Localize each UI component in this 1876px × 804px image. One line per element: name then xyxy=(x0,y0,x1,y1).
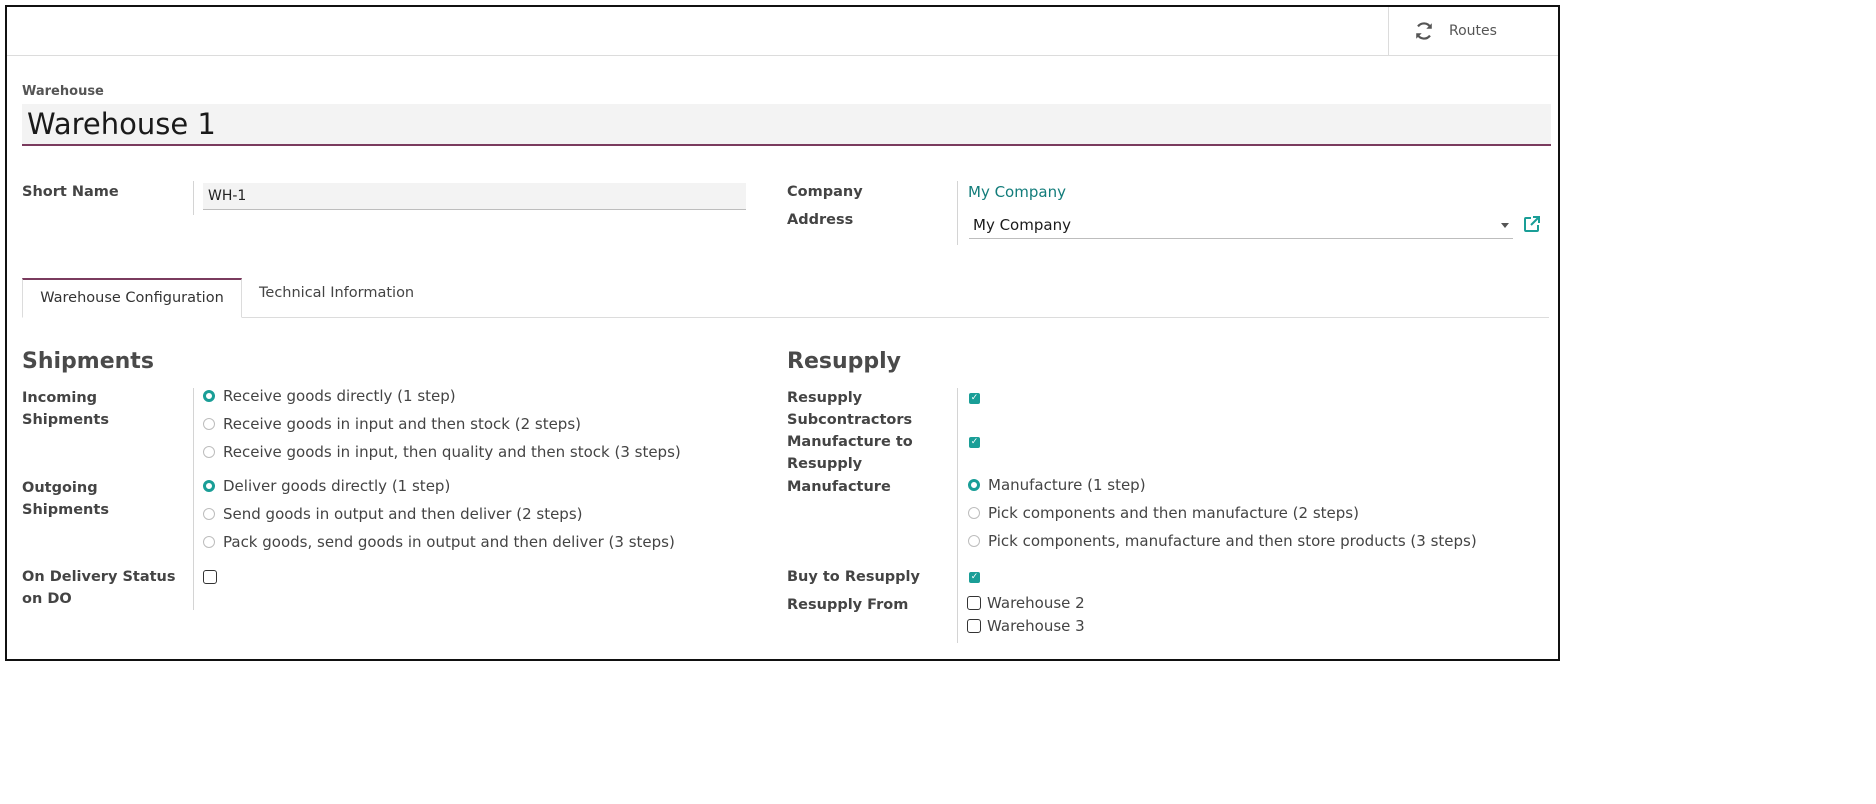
manufacture-option-2[interactable]: Pick components and then manufacture (2 … xyxy=(968,504,1359,522)
radio-unselected[interactable] xyxy=(203,418,215,430)
shipments-section-title: Shipments xyxy=(22,349,154,374)
address-value: My Company xyxy=(973,216,1071,234)
incoming-option-2[interactable]: Receive goods in input and then stock (2… xyxy=(203,415,581,433)
external-link-icon[interactable] xyxy=(1522,214,1542,238)
radio-selected[interactable] xyxy=(968,479,980,491)
manufacture-option-3[interactable]: Pick components, manufacture and then st… xyxy=(968,532,1477,550)
buy-to-resupply-checkbox[interactable]: ✓ xyxy=(969,572,980,583)
incoming-shipments-label: Incoming Shipments xyxy=(22,390,109,428)
resupply-subcontractors-label: Resupply Subcontractors xyxy=(787,390,913,428)
resupply-section-title: Resupply xyxy=(787,349,901,374)
warehouse-name-input[interactable]: Warehouse 1 xyxy=(22,104,1551,146)
outgoing-shipments-label: Outgoing Shipments xyxy=(22,480,109,518)
manufacture-option-label: Pick components and then manufacture (2 … xyxy=(988,504,1359,522)
tabs-divider xyxy=(22,317,1549,318)
outgoing-option-3[interactable]: Pack goods, send goods in output and the… xyxy=(203,533,675,551)
radio-unselected[interactable] xyxy=(203,508,215,520)
tab-warehouse-configuration[interactable]: Warehouse Configuration xyxy=(22,278,242,318)
radio-unselected[interactable] xyxy=(203,536,215,548)
manufacture-label: Manufacture xyxy=(787,479,891,495)
resupply-from-warehouse-2[interactable]: Warehouse 2 xyxy=(967,594,1085,612)
incoming-option-label: Receive goods in input and then stock (2… xyxy=(223,415,582,433)
buy-to-resupply-label: Buy to Resupply xyxy=(787,569,920,585)
radio-unselected[interactable] xyxy=(968,535,980,547)
field-divider xyxy=(193,388,194,610)
field-divider xyxy=(957,181,958,245)
field-divider xyxy=(193,181,194,215)
checkbox-unchecked[interactable] xyxy=(967,596,981,610)
checkbox-unchecked[interactable] xyxy=(967,619,981,633)
delivery-status-checkbox[interactable] xyxy=(203,570,217,584)
short-name-label: Short Name xyxy=(22,184,119,200)
tab-technical-information[interactable]: Technical Information xyxy=(259,285,414,301)
outgoing-option-2[interactable]: Send goods in output and then deliver (2… xyxy=(203,505,583,523)
outgoing-option-label: Deliver goods directly (1 step) xyxy=(223,477,451,495)
manufacture-option-1[interactable]: Manufacture (1 step) xyxy=(968,476,1146,494)
refresh-icon xyxy=(1413,20,1435,42)
radio-unselected[interactable] xyxy=(203,446,215,458)
manufacture-to-resupply-label: Manufacture to Resupply xyxy=(787,434,913,472)
radio-unselected[interactable] xyxy=(968,507,980,519)
radio-selected[interactable] xyxy=(203,390,215,402)
resupply-subcontractors-checkbox[interactable]: ✓ xyxy=(969,393,980,404)
incoming-option-3[interactable]: Receive goods in input, then quality and… xyxy=(203,443,681,461)
address-label: Address xyxy=(787,212,854,228)
resupply-from-option-label: Warehouse 2 xyxy=(987,594,1085,612)
field-divider xyxy=(957,388,958,643)
incoming-option-1[interactable]: Receive goods directly (1 step) xyxy=(203,387,456,405)
radio-selected[interactable] xyxy=(203,480,215,492)
control-panel: Routes xyxy=(7,7,1558,56)
manufacture-to-resupply-checkbox[interactable]: ✓ xyxy=(969,437,980,448)
company-link[interactable]: My Company xyxy=(968,183,1066,201)
company-label: Company xyxy=(787,184,863,200)
resupply-from-option-label: Warehouse 3 xyxy=(987,617,1085,635)
incoming-option-label: Receive goods directly (1 step) xyxy=(223,387,456,405)
chevron-down-icon[interactable] xyxy=(1501,223,1509,228)
manufacture-option-label: Manufacture (1 step) xyxy=(988,476,1146,494)
short-name-input[interactable]: WH-1 xyxy=(203,183,746,210)
delivery-status-label: On Delivery Status on DO xyxy=(22,569,176,607)
manufacture-option-label: Pick components, manufacture and then st… xyxy=(988,532,1477,550)
routes-button[interactable]: Routes xyxy=(1388,7,1558,55)
outgoing-option-1[interactable]: Deliver goods directly (1 step) xyxy=(203,477,450,495)
resupply-from-label: Resupply From xyxy=(787,597,909,613)
warehouse-field-label: Warehouse xyxy=(22,84,104,99)
warehouse-form-window: Routes Warehouse Warehouse 1 Short Name … xyxy=(5,5,1560,661)
address-select[interactable]: My Company xyxy=(969,212,1513,239)
resupply-from-warehouse-3[interactable]: Warehouse 3 xyxy=(967,617,1085,635)
outgoing-option-label: Send goods in output and then deliver (2… xyxy=(223,505,583,523)
outgoing-option-label: Pack goods, send goods in output and the… xyxy=(223,533,675,551)
routes-label: Routes xyxy=(1449,23,1497,39)
incoming-option-label: Receive goods in input, then quality and… xyxy=(223,443,681,461)
